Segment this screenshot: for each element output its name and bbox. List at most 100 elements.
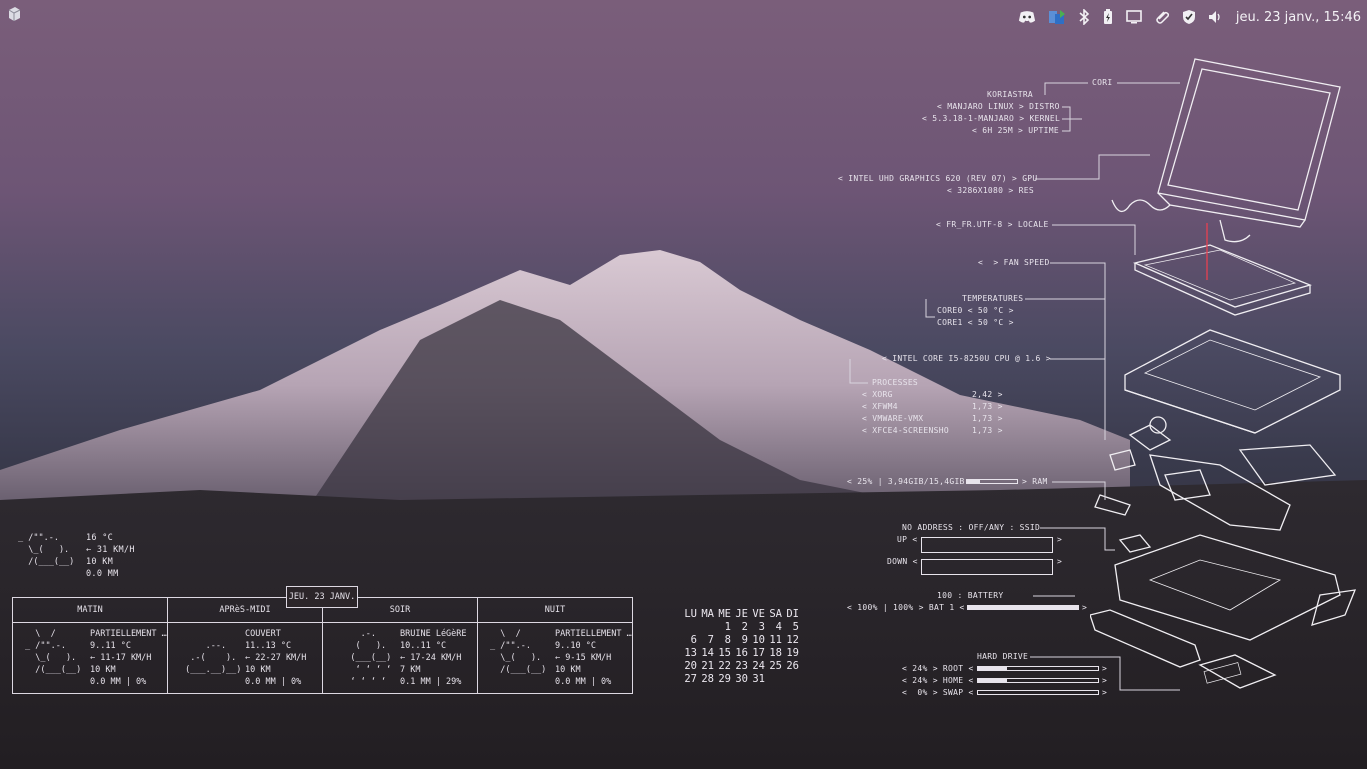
weekday-label: JE xyxy=(735,608,748,620)
upload-graph xyxy=(921,537,1053,553)
forecast-period-name: MATIN xyxy=(13,598,167,623)
process-value: 1,73 > xyxy=(972,402,1003,411)
calendar-day: 10 xyxy=(752,634,765,646)
calendar-day: 7 xyxy=(707,634,714,646)
gpu-info: < INTEL UHD GRAPHICS 620 (REV 07) > GPU xyxy=(838,174,1038,183)
battery-info: < 100% | 100% > BAT 1 < xyxy=(847,603,965,612)
calendar-day: 31 xyxy=(752,673,765,685)
process-name: < XFWM4 xyxy=(862,402,898,411)
forecast-details: PARTIELLEMENT … 9..10 °C ← 9-15 KM/H 10 … xyxy=(555,629,632,687)
disk-home-label: < 24% > HOME < xyxy=(902,676,974,685)
calendar-day: 3 xyxy=(758,621,765,633)
calendar-day: 28 xyxy=(701,673,714,685)
calendar-day xyxy=(782,673,799,686)
ram-label: > RAM xyxy=(1022,477,1048,486)
distro-info: < MANJARO LINUX > DISTRO xyxy=(937,102,1060,111)
calendar-weekdays: LU MA ME JE VE SA DI xyxy=(680,608,799,621)
disk-root-bar xyxy=(977,666,1099,671)
disk-close: > xyxy=(1102,688,1108,697)
disk-close: > xyxy=(1102,676,1108,685)
current-precip: 0.0 MM xyxy=(86,569,119,579)
processes-title: PROCESSES xyxy=(872,378,919,387)
calendar-day: 8 xyxy=(724,634,731,646)
ram-info: < 25% | 3,94GIB/15,4GIB xyxy=(847,477,965,486)
calendar-week: 6 7 8 9 10 11 12 xyxy=(680,634,799,647)
calendar-day: 13 xyxy=(684,647,697,659)
calendar-day: 4 xyxy=(775,621,782,633)
locale-info: < FR_FR.UTF-8 > LOCALE xyxy=(936,220,1049,229)
weather-forecast: MATIN \ / _ /"".-. \_( ). /(___(__) PART… xyxy=(12,597,633,694)
calendar-day: 6 xyxy=(690,634,697,646)
hostname: CORI xyxy=(1092,78,1113,87)
current-visibility: 10 KM xyxy=(86,557,114,567)
weekday-label: LU xyxy=(684,608,697,620)
calendar-day: 23 xyxy=(735,660,748,672)
disk-swap-bar xyxy=(977,690,1099,695)
calendar-day: 17 xyxy=(752,647,765,659)
forecast-period: MATIN \ / _ /"".-. \_( ). /(___(__) PART… xyxy=(13,598,168,693)
weekday-label: MA xyxy=(701,608,714,620)
forecast-art: \ / _ /"".-. \_( ). /(___(__) xyxy=(25,629,82,675)
calendar-day: 9 xyxy=(741,634,748,646)
battery-bar xyxy=(967,605,1079,610)
ram-bar xyxy=(966,479,1018,484)
calendar-day: 2 xyxy=(741,621,748,633)
disk-root-label: < 24% > ROOT < xyxy=(902,664,974,673)
forecast-art: \ / _ /"".-. \_( ). /(___(__) xyxy=(490,629,547,675)
disk-home-bar xyxy=(977,678,1099,683)
username: KORIASTRA xyxy=(987,90,1034,99)
forecast-details: COUVERT 11..13 °C ← 22-27 KM/H 10 KM 0.0… xyxy=(245,629,307,687)
calendar-day: 27 xyxy=(684,673,697,685)
forecast-period: APRèS-MIDI .--. .-( ). (___.__)__) COUVE… xyxy=(168,598,323,693)
process-value: 1,73 > xyxy=(972,414,1003,423)
network-info: NO ADDRESS : OFF/ANY : SSID xyxy=(902,523,1041,532)
upload-close: > xyxy=(1057,535,1063,544)
forecast-period: NUIT \ / _ /"".-. \_( ). /(___(__) PARTI… xyxy=(478,598,632,693)
weekday-label: VE xyxy=(752,608,765,620)
battery-bar-fill xyxy=(968,606,1078,609)
core1-temp: CORE1 < 50 °C > xyxy=(937,318,1014,327)
weekday-label: ME xyxy=(718,608,731,620)
download-close: > xyxy=(1057,557,1063,566)
battery-title: 100 : BATTERY xyxy=(937,591,1004,600)
calendar-day: 16 xyxy=(735,647,748,659)
forecast-period-name: NUIT xyxy=(478,598,632,623)
calendar-day xyxy=(697,621,714,634)
resolution-info: < 3286X1080 > RES xyxy=(947,186,1034,195)
calendar-day: 25 xyxy=(769,660,782,672)
current-weather-art: _ /"".-. \_( ). /(___(__) xyxy=(18,533,75,567)
disk-bar-fill xyxy=(978,667,1007,670)
calendar-day: 11 xyxy=(769,634,782,646)
upload-label: UP < xyxy=(897,535,918,544)
weekday-label: DI xyxy=(786,608,799,620)
download-graph xyxy=(921,559,1053,575)
battery-close: > xyxy=(1082,603,1088,612)
core0-temp: CORE0 < 50 °C > xyxy=(937,306,1014,315)
calendar-day: 5 xyxy=(792,621,799,633)
cpu-info: < INTEL CORE I5-8250U CPU @ 1.6 > xyxy=(882,354,1051,363)
process-name: < XORG xyxy=(862,390,893,399)
uptime-info: < 6H 25M > UPTIME xyxy=(972,126,1059,135)
calendar-day: 24 xyxy=(752,660,765,672)
ram-bar-fill xyxy=(967,480,980,483)
disk-bar-fill xyxy=(978,679,1007,682)
calendar-day xyxy=(765,673,782,686)
hard-drive-title: HARD DRIVE xyxy=(977,652,1029,661)
forecast-details: BRUINE LéGèRE 10..11 °C ← 17-24 KM/H 7 K… xyxy=(400,629,467,687)
fan-speed-info: < > FAN SPEED xyxy=(978,258,1050,267)
calendar-week: 13 14 15 16 17 18 19 xyxy=(680,647,799,660)
calendar-day: 22 xyxy=(718,660,731,672)
calendar-day: 21 xyxy=(701,660,714,672)
calendar: LU MA ME JE VE SA DI 1 2 3 4 5 6 7 8 9 10 11 12 13 14… xyxy=(680,608,799,686)
calendar-week: 12345 xyxy=(680,621,799,634)
calendar-day: 30 xyxy=(735,673,748,685)
forecast-date: JEU. 23 JANV. xyxy=(286,586,358,608)
calendar-day: 29 xyxy=(718,673,731,685)
process-value: 2,42 > xyxy=(972,390,1003,399)
current-temp: 16 °C xyxy=(86,533,114,543)
calendar-day: 20 xyxy=(684,660,697,672)
temperatures-title: TEMPERATURES xyxy=(962,294,1024,303)
forecast-details: PARTIELLEMENT … 9..11 °C ← 11-17 KM/H 10… xyxy=(90,629,167,687)
forecast-art: .-. ( ). (___(__) ‘ ‘ ‘ ‘ ‘ ‘ ‘ ‘ xyxy=(350,629,392,687)
process-value: 1,73 > xyxy=(972,426,1003,435)
